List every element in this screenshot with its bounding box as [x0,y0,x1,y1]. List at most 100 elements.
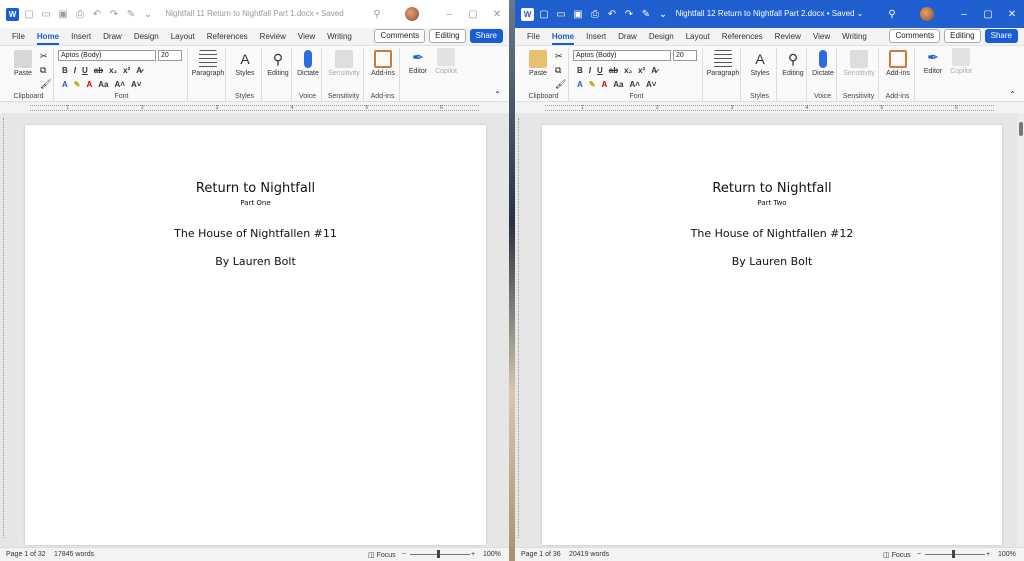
zoom-level[interactable]: 100% [998,551,1016,558]
paragraph-button[interactable]: Paragraph [705,50,741,77]
search-icon[interactable]: ⚲ [365,9,389,20]
document-title[interactable]: Nightfall 11 Return to Nightfall Part 1.… [165,9,343,18]
text-effects-icon[interactable]: A [577,80,583,89]
sensitivity-button[interactable]: Sensitivity [324,50,364,77]
focus-button[interactable]: ◫ Focus [368,551,396,559]
avatar[interactable] [405,7,419,21]
shrink-font-icon[interactable]: A˅ [131,80,141,89]
tab-home[interactable]: Home [36,28,60,45]
focus-button[interactable]: ◫ Focus [883,551,911,559]
copilot-button[interactable]: Copilot [947,48,975,75]
tab-layout[interactable]: Layout [686,28,710,45]
editing-button[interactable]: ⚲ Editing [264,50,292,77]
document-title[interactable]: Nightfall 12 Return to Nightfall Part 2.… [676,9,855,18]
word-count[interactable]: 20419 words [569,551,609,558]
font-size-select[interactable]: 20 [673,50,697,61]
grow-font-icon[interactable]: A˄ [115,80,125,89]
format-painter-icon[interactable]: 🖌 [40,79,51,90]
title-bar[interactable]: W ▢ ▭ ▣ ⎙ ↶ ↷ ✎ ⌄ Nightfall 11 Return to… [0,0,509,28]
avatar[interactable] [920,7,934,21]
format-painter-icon[interactable]: 🖌 [555,79,566,90]
clear-formatting-icon[interactable]: A̷ [136,66,142,75]
tab-view[interactable]: View [813,28,830,45]
tab-file[interactable]: File [12,28,25,45]
collapse-ribbon-icon[interactable]: ⌃ [494,90,501,99]
tab-insert[interactable]: Insert [71,28,91,45]
zoom-level[interactable]: 100% [483,551,501,558]
clear-formatting-icon[interactable]: A̷ [651,66,657,75]
change-case-icon[interactable]: Aa [613,80,623,89]
maximize-icon[interactable]: ▢ [976,9,1000,20]
dictate-button[interactable]: Dictate [294,50,322,77]
collapse-ribbon-icon[interactable]: ⌃ [1009,90,1016,99]
page-count[interactable]: Page 1 of 36 [521,551,561,558]
editor-button[interactable]: ✒ Editor [919,48,947,75]
font-size-select[interactable]: 20 [158,50,182,61]
copilot-button[interactable]: Copilot [432,48,460,75]
tab-draw[interactable]: Draw [103,28,122,45]
editing-mode-button[interactable]: Editing [944,29,981,43]
zoom-slider-thumb[interactable] [952,550,955,558]
maximize-icon[interactable]: ▢ [461,9,485,20]
addins-button[interactable]: Add-ins [366,50,400,77]
editing-button[interactable]: ⚲ Editing [779,50,807,77]
zoom-slider-thumb[interactable] [437,550,440,558]
addins-button[interactable]: Add-ins [881,50,915,77]
vertical-scrollbar[interactable] [1017,113,1024,547]
tab-insert[interactable]: Insert [586,28,606,45]
cut-icon[interactable]: ✂ [555,51,563,62]
tab-design[interactable]: Design [649,28,674,45]
tab-references[interactable]: References [207,28,248,45]
tab-review[interactable]: Review [260,28,286,45]
zoom-out-icon[interactable]: − [917,551,921,558]
tab-draw[interactable]: Draw [618,28,637,45]
cut-icon[interactable]: ✂ [40,51,48,62]
editing-mode-button[interactable]: Editing [429,29,466,43]
tab-file[interactable]: File [527,28,540,45]
highlight-icon[interactable]: ✎ [589,80,596,89]
bold-icon[interactable]: B [577,66,583,75]
share-button[interactable]: Share [984,29,1018,43]
paragraph-button[interactable]: Paragraph [190,50,226,77]
italic-icon[interactable]: I [74,66,76,75]
paste-button[interactable]: Paste [8,50,38,77]
subscript-icon[interactable]: x₂ [109,66,117,75]
tab-home[interactable]: Home [551,28,575,45]
font-name-select[interactable]: Aptos (Body) [573,50,671,61]
sensitivity-button[interactable]: Sensitivity [839,50,879,77]
horizontal-ruler[interactable]: 123456 [0,102,509,113]
minimize-icon[interactable]: – [437,9,461,20]
font-color-icon[interactable]: A [86,80,92,89]
document-page[interactable]: Return to Nightfall Part One The House o… [25,125,486,545]
comments-button[interactable]: Comments [374,29,426,43]
comments-button[interactable]: Comments [889,29,941,43]
font-color-icon[interactable]: A [601,80,607,89]
copy-icon[interactable]: ⧉ [40,65,46,76]
zoom-in-icon[interactable]: + [986,551,990,558]
zoom-in-icon[interactable]: + [471,551,475,558]
grow-font-icon[interactable]: A˄ [630,80,640,89]
paste-button[interactable]: Paste [523,50,553,77]
tab-view[interactable]: View [298,28,315,45]
tab-design[interactable]: Design [134,28,159,45]
highlight-icon[interactable]: ✎ [74,80,81,89]
styles-button[interactable]: A Styles [743,50,777,77]
close-icon[interactable]: ✕ [485,9,509,20]
tab-review[interactable]: Review [775,28,801,45]
font-name-select[interactable]: Aptos (Body) [58,50,156,61]
tab-layout[interactable]: Layout [171,28,195,45]
dictate-button[interactable]: Dictate [809,50,837,77]
title-bar[interactable]: W ▢ ▭ ▣ ⎙ ↶ ↷ ✎ ⌄ Nightfall 12 Return to… [515,0,1024,28]
word-count[interactable]: 17845 words [54,551,94,558]
superscript-icon[interactable]: x² [638,66,645,75]
tab-writing[interactable]: Writing [842,28,867,45]
copy-icon[interactable]: ⧉ [555,65,561,76]
document-area[interactable]: Return to Nightfall Part Two The House o… [515,113,1024,547]
tab-references[interactable]: References [722,28,763,45]
search-icon[interactable]: ⚲ [880,9,904,20]
share-button[interactable]: Share [469,29,503,43]
change-case-icon[interactable]: Aa [98,80,108,89]
italic-icon[interactable]: I [589,66,591,75]
shrink-font-icon[interactable]: A˅ [646,80,656,89]
underline-icon[interactable]: U [597,66,603,75]
